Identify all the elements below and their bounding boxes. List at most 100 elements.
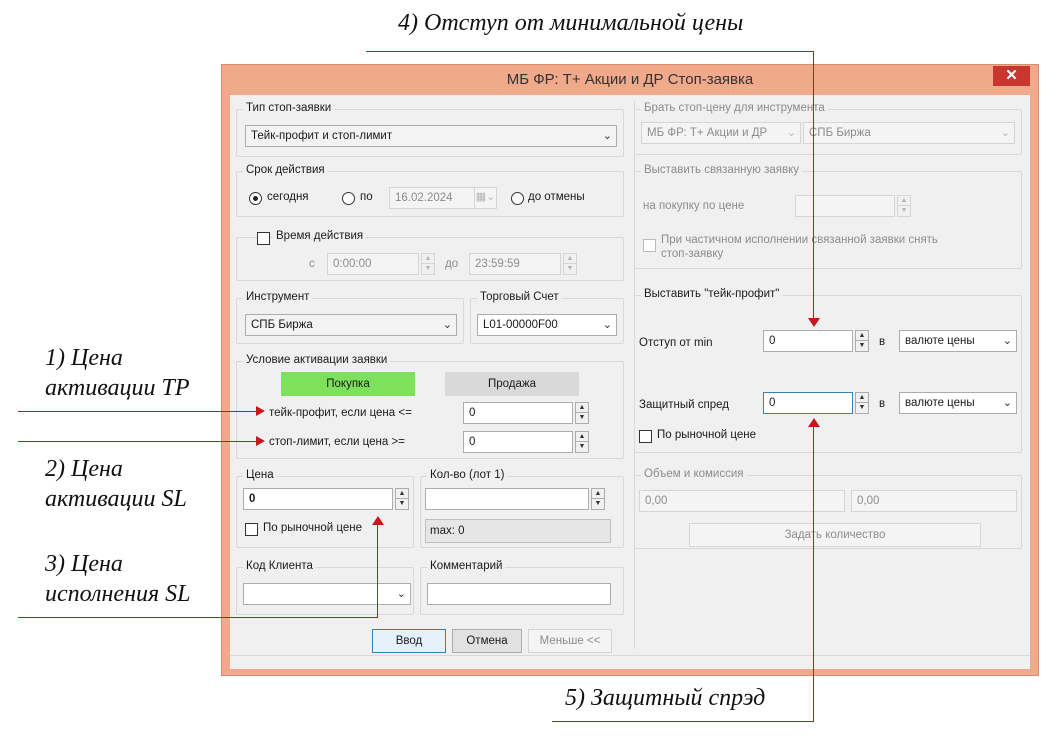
validity-legend: Срок действия [243, 164, 328, 176]
qty-input[interactable] [425, 488, 589, 510]
account-group: Торговый Счет L01-00000F00 ⌄ [470, 291, 624, 344]
takeprofit-group: Выставить "тейк-профит" Отступ от min 0 … [634, 288, 1022, 453]
radio-today[interactable] [249, 192, 262, 205]
instrument-value: СПБ Биржа [251, 319, 313, 331]
activation-group: Условие активации заявки Покупка Продажа… [236, 354, 624, 459]
client-code-group: Код Клиента ⌄ [236, 560, 414, 615]
time-from-input[interactable]: 0:00:00 [327, 253, 419, 275]
arrow-up-icon [808, 418, 820, 427]
chevron-down-icon: ⌄ [602, 319, 612, 331]
cancel-button[interactable]: Отмена [452, 629, 522, 653]
spread-unit-value: валюте цены [905, 397, 975, 409]
set-quantity-button[interactable]: Задать количество [689, 523, 981, 547]
spread-value: 0 [769, 397, 776, 409]
chevron-down-icon: ⌄ [1002, 335, 1012, 347]
arrow-down-icon [808, 318, 820, 327]
price-spinner[interactable]: ▲ ▼ [395, 488, 409, 510]
annotation-3-line1: 3) Цена [45, 551, 123, 577]
radio-until-date[interactable] [342, 192, 355, 205]
stop-price-source-group: Брать стоп-цену для инструмента МБ ФР: Т… [634, 102, 1022, 155]
title-bar[interactable]: МБ ФР: Т+ Акции и ДР Стоп-заявка ✕ [222, 65, 1038, 95]
radio-today-label: сегодня [267, 191, 309, 203]
date-field[interactable]: 16.02.2024 ▦⌄ [389, 187, 497, 209]
annotation-4-leader [813, 51, 814, 323]
sl-price-spinner[interactable]: ▲ ▼ [575, 431, 589, 453]
time-checkbox[interactable] [257, 232, 270, 245]
offset-unit-value: валюте цены [905, 335, 975, 347]
comment-input[interactable] [427, 583, 611, 605]
annotation-3-leader-horizontal [18, 617, 377, 618]
offset-input[interactable]: 0 [763, 330, 853, 352]
time-to-value: 23:59:59 [475, 258, 520, 270]
price-input[interactable]: 0 [243, 488, 393, 510]
volume-field-2: 0,00 [851, 490, 1017, 512]
sl-label: стоп-лимит, если цена >= [269, 436, 405, 448]
annotation-1-line2: активации TP [45, 375, 190, 401]
comment-group: Комментарий [420, 560, 624, 615]
time-from-spinner[interactable]: ▲ ▼ [421, 253, 435, 275]
linked-cancel-label-1: При частичном исполнении связанной заявк… [661, 234, 938, 246]
volume-legend: Объем и комиссия [641, 468, 747, 480]
exchange-select[interactable]: СПБ Биржа ⌄ [803, 122, 1015, 144]
spread-input[interactable]: 0 [763, 392, 853, 414]
price-market-checkbox[interactable] [245, 523, 258, 536]
linked-price-label: на покупку по цене [643, 200, 745, 212]
annotation-2-line1: 2) Цена [45, 456, 123, 482]
time-to-input[interactable]: 23:59:59 [469, 253, 561, 275]
window-title: МБ ФР: Т+ Акции и ДР Стоп-заявка [506, 71, 754, 88]
tp-price-value: 0 [469, 407, 476, 419]
linked-cancel-checkbox[interactable] [643, 239, 656, 252]
close-button[interactable]: ✕ [993, 66, 1030, 86]
volume-value-2: 0,00 [857, 495, 880, 507]
stop-type-select[interactable]: Тейк-профит и стоп-лимит ⌄ [245, 125, 617, 147]
offset-in-label: в [879, 336, 886, 348]
spread-unit-select[interactable]: валюте цены ⌄ [899, 392, 1017, 414]
annotation-4-underline [366, 51, 814, 52]
board-select[interactable]: МБ ФР: Т+ Акции и ДР ⌄ [641, 122, 801, 144]
spread-in-label: в [879, 398, 886, 410]
annotation-3-line2: исполнения SL [45, 581, 191, 607]
time-from-label: с [309, 258, 315, 270]
radio-until-cancel[interactable] [511, 192, 524, 205]
footer-separator [230, 655, 1030, 656]
less-button[interactable]: Меньше << [528, 629, 612, 653]
stop-type-value: Тейк-профит и стоп-лимит [251, 130, 393, 142]
annotation-1-line1: 1) Цена [45, 345, 123, 371]
takeprofit-legend: Выставить "тейк-профит" [641, 288, 783, 300]
qty-group: Кол-во (лот 1) ▲ ▼ max: 0 [420, 469, 624, 548]
arrow-right-icon [256, 436, 265, 446]
annotation-2-leader [18, 441, 258, 442]
time-legend: Время действия [273, 230, 367, 242]
time-from-value: 0:00:00 [333, 258, 372, 270]
enter-button[interactable]: Ввод [372, 629, 446, 653]
offset-unit-select[interactable]: валюте цены ⌄ [899, 330, 1017, 352]
date-value: 16.02.2024 [395, 192, 453, 204]
sell-button[interactable]: Продажа [445, 372, 579, 396]
instrument-select[interactable]: СПБ Биржа ⌄ [245, 314, 457, 336]
offset-spinner[interactable]: ▲ ▼ [855, 330, 869, 352]
qty-spinner[interactable]: ▲ ▼ [591, 488, 605, 510]
time-to-spinner[interactable]: ▲ ▼ [563, 253, 577, 275]
tp-price-spinner[interactable]: ▲ ▼ [575, 402, 589, 424]
tp-market-label: По рыночной цене [657, 429, 756, 441]
spread-spinner[interactable]: ▲ ▼ [855, 392, 869, 414]
tp-market-checkbox[interactable] [639, 430, 652, 443]
chevron-down-icon: ⌄ [786, 127, 796, 139]
volume-group: Объем и комиссия 0,00 0,00 Задать количе… [634, 468, 1022, 549]
account-value: L01-00000F00 [483, 319, 558, 331]
chevron-down-icon: ⌄ [602, 130, 612, 142]
exchange-value: СПБ Биржа [809, 127, 871, 139]
account-select[interactable]: L01-00000F00 ⌄ [477, 314, 617, 336]
calendar-icon[interactable]: ▦⌄ [474, 188, 496, 208]
offset-value: 0 [769, 335, 776, 347]
client-code-select[interactable]: ⌄ [243, 583, 411, 605]
price-market-label: По рыночной цене [263, 522, 362, 534]
linked-price-input[interactable] [795, 195, 895, 217]
client-code-legend: Код Клиента [243, 560, 316, 572]
sl-price-input[interactable]: 0 [463, 431, 573, 453]
linked-price-spinner[interactable]: ▲ ▼ [897, 195, 911, 217]
buy-button[interactable]: Покупка [281, 372, 415, 396]
tp-price-input[interactable]: 0 [463, 402, 573, 424]
offset-label: Отступ от min [639, 337, 713, 349]
tp-label: тейк-профит, если цена <= [269, 407, 412, 419]
